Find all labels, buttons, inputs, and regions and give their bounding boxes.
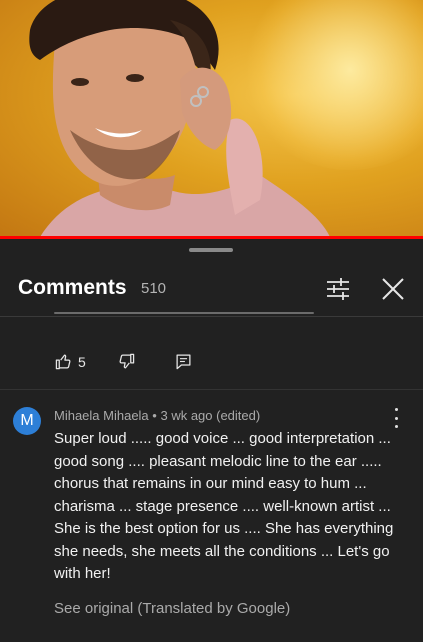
- see-original-link[interactable]: See original (Translated by Google): [54, 600, 290, 617]
- drag-handle[interactable]: [189, 248, 233, 252]
- like-button[interactable]: 5: [55, 353, 86, 370]
- thumbs-up-icon: [55, 354, 71, 370]
- comment-divider: [0, 389, 423, 390]
- comment-meta: Mihaela Mihaela • 3 wk ago (edited): [54, 408, 260, 423]
- more-options-icon[interactable]: [391, 408, 401, 428]
- comment-author[interactable]: Mihaela Mihaela: [54, 408, 149, 423]
- like-count: 5: [78, 353, 86, 370]
- close-icon[interactable]: [380, 276, 406, 302]
- reply-icon: [176, 354, 191, 370]
- avatar[interactable]: M: [13, 407, 41, 435]
- meta-separator: •: [152, 408, 157, 423]
- previous-comment-clipped-text: [54, 308, 374, 316]
- dislike-button[interactable]: [118, 353, 135, 370]
- video-player[interactable]: [0, 0, 423, 237]
- sliders-icon[interactable]: [325, 276, 351, 302]
- comments-count: 510: [141, 280, 167, 297]
- reply-button[interactable]: [175, 353, 192, 370]
- comments-title: Comments: [18, 276, 127, 299]
- video-frame-person: [29, 0, 330, 237]
- header-divider: [0, 316, 423, 317]
- thumbs-down-icon: [119, 353, 135, 369]
- comment-text: Super loud ..... good voice ... good int…: [54, 430, 394, 582]
- comment-time: 3 wk ago (edited): [160, 408, 261, 423]
